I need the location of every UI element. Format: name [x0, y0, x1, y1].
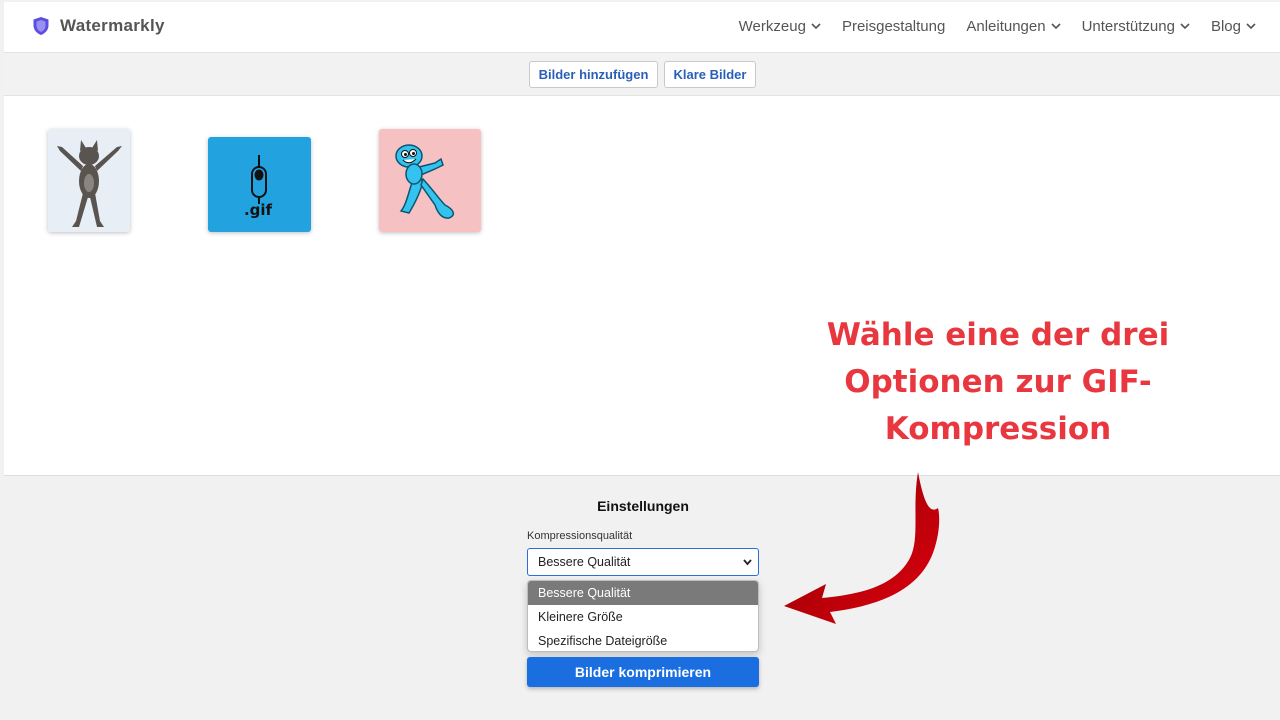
thumbnail-blue-cartoon[interactable]: [379, 129, 481, 232]
thumbnail-dancing-cat[interactable]: [48, 129, 130, 232]
chevron-down-icon: [743, 559, 752, 566]
top-navbar: Watermarkly Werkzeug Preisgestaltung Anl…: [4, 2, 1280, 53]
clear-images-button[interactable]: Klare Bilder: [664, 61, 756, 88]
compress-images-button[interactable]: Bilder komprimieren: [527, 657, 759, 687]
nav-item-preisgestaltung[interactable]: Preisgestaltung: [842, 18, 945, 35]
settings-title: Einstellungen: [597, 498, 689, 514]
shield-logo-icon: [33, 17, 49, 35]
option-better-quality[interactable]: Bessere Qualität: [528, 581, 758, 605]
compression-quality-select[interactable]: Bessere Qualität: [527, 548, 759, 576]
chevron-down-icon: [811, 23, 821, 30]
cat-image: [48, 129, 130, 232]
thumbnail-gif-icon[interactable]: .gif: [208, 137, 311, 232]
add-images-button[interactable]: Bilder hinzufügen: [529, 61, 658, 88]
nav-item-blog[interactable]: Blog: [1211, 18, 1256, 35]
image-canvas: .gif Wähle eine der drei Optionen zur GI…: [4, 96, 1280, 476]
brand-logo[interactable]: Watermarkly: [32, 16, 165, 36]
gif-image: .gif: [208, 137, 311, 232]
nav-item-anleitungen[interactable]: Anleitungen: [966, 18, 1061, 35]
select-value: Bessere Qualität: [538, 555, 631, 569]
quality-options-dropdown: Bessere Qualität Kleinere Größe Spezifis…: [527, 580, 759, 652]
chevron-down-icon: [1051, 23, 1061, 30]
option-smaller-size[interactable]: Kleinere Größe: [528, 605, 758, 629]
nav-item-unterstuetzung[interactable]: Unterstützung: [1082, 18, 1190, 35]
gif-label: .gif: [244, 201, 273, 219]
main-nav: Werkzeug Preisgestaltung Anleitungen Unt…: [739, 18, 1256, 35]
nav-label: Anleitungen: [966, 18, 1046, 35]
cartoon-image: [379, 129, 481, 232]
curved-arrow-icon: [784, 472, 940, 624]
instruction-annotation: Wähle eine der drei Optionen zur GIF-Kom…: [826, 317, 1170, 447]
nav-label: Werkzeug: [738, 18, 806, 35]
nav-label: Unterstützung: [1081, 18, 1175, 35]
nav-label: Blog: [1210, 18, 1241, 35]
brand-name: Watermarkly: [60, 16, 165, 35]
compression-quality-label: Kompressionsqualität: [527, 530, 633, 542]
chevron-down-icon: [1246, 23, 1256, 30]
image-toolbar: Bilder hinzufügen Klare Bilder: [4, 53, 1280, 96]
chevron-down-icon: [1180, 23, 1190, 30]
nav-label: Preisgestaltung: [841, 18, 946, 35]
nav-item-werkzeug[interactable]: Werkzeug: [739, 18, 821, 35]
option-specific-file-size[interactable]: Spezifische Dateigröße: [528, 629, 758, 651]
